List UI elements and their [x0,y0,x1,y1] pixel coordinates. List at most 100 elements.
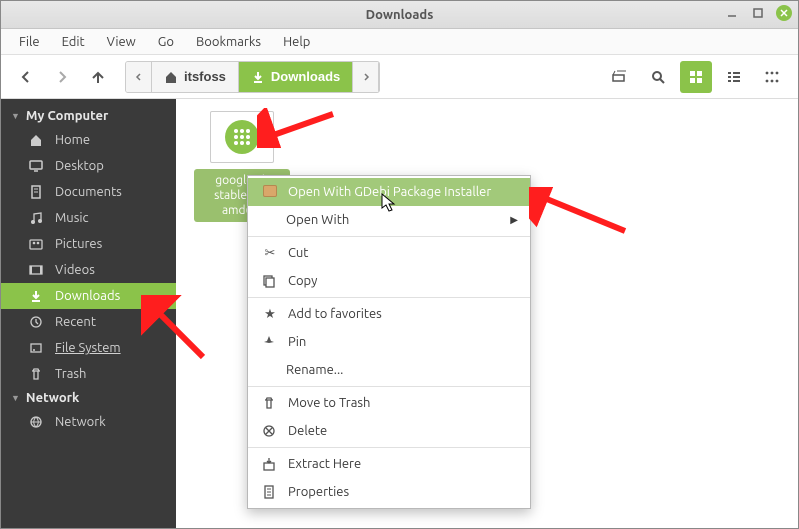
package-icon [262,185,278,200]
cut-icon: ✂ [262,246,278,261]
annotation-arrow-icon [141,295,211,365]
pathbar: itsfoss Downloads [125,61,380,93]
close-button[interactable] [776,5,792,21]
context-item-label: Pin [288,335,306,349]
chevron-down-icon: ▼ [11,393,20,403]
context-item-label: Cut [288,246,308,260]
sidebar-item-label: Home [55,133,90,147]
sidebar-item-label: Documents [55,185,122,199]
filesystem-icon [29,341,45,355]
sidebar-item-network[interactable]: Network [1,409,176,435]
context-extract-here[interactable]: Extract Here [248,450,530,478]
maximize-button[interactable] [750,5,766,21]
toggle-location-button[interactable] [604,61,636,93]
home-icon [164,70,178,84]
menu-file[interactable]: File [9,32,50,52]
network-icon [29,415,45,429]
context-item-label: Move to Trash [288,396,370,410]
sidebar-item-label: Recent [55,315,96,329]
view-compact-button[interactable] [756,61,788,93]
menu-edit[interactable]: Edit [52,32,95,52]
context-menu: Open With GDebi Package Installer Open W… [247,175,531,509]
context-pin[interactable]: Pin [248,328,530,356]
window-title: Downloads [366,8,434,22]
context-delete[interactable]: Delete [248,417,530,445]
back-button[interactable] [11,62,41,92]
annotation-arrow-icon [257,108,337,148]
path-home-label: itsfoss [184,69,226,84]
path-next-button[interactable] [353,62,379,92]
home-icon [29,133,45,147]
context-item-label: Rename... [286,363,343,377]
context-separator [248,297,530,298]
sidebar-item-music[interactable]: Music [1,205,176,231]
context-properties[interactable]: Properties [248,478,530,506]
titlebar: Downloads [1,1,798,29]
context-item-label: Delete [288,424,327,438]
toolbar: itsfoss Downloads [1,55,798,99]
context-item-label: Add to favorites [288,307,382,321]
context-item-label: Open With [286,213,349,227]
trash-icon [262,396,278,410]
menu-help[interactable]: Help [273,32,320,52]
context-item-label: Properties [288,485,349,499]
sidebar-item-home[interactable]: Home [1,127,176,153]
star-icon: ★ [262,307,278,322]
context-separator [248,386,530,387]
sidebar-item-label: Videos [55,263,95,277]
sidebar-item-documents[interactable]: Documents [1,179,176,205]
sidebar-section-network[interactable]: ▼ Network [1,387,176,409]
documents-icon [29,185,45,199]
annotation-arrow-icon [529,187,629,237]
chevron-down-icon: ▼ [11,111,20,121]
pin-icon [262,335,278,349]
pictures-icon [29,237,45,251]
forward-button[interactable] [47,62,77,92]
path-prev-button[interactable] [126,62,152,92]
window-controls [724,5,792,21]
context-move-trash[interactable]: Move to Trash [248,389,530,417]
mouse-cursor-icon [381,193,397,213]
context-separator [248,447,530,448]
path-current-label: Downloads [271,69,340,84]
download-icon [251,70,265,84]
delete-icon [262,424,278,438]
context-item-label: Extract Here [288,457,361,471]
sidebar-item-desktop[interactable]: Desktop [1,153,176,179]
sidebar-item-label: Downloads [55,289,120,303]
context-copy[interactable]: Copy [248,267,530,295]
sidebar-item-label: Trash [55,367,86,381]
menu-go[interactable]: Go [148,32,184,52]
menu-bookmarks[interactable]: Bookmarks [186,32,271,52]
context-add-favorites[interactable]: ★ Add to favorites [248,300,530,328]
properties-icon [262,485,278,499]
sidebar-section-computer[interactable]: ▼ My Computer [1,105,176,127]
sidebar-item-pictures[interactable]: Pictures [1,231,176,257]
recent-icon [29,315,45,329]
trash-icon [29,367,45,381]
sidebar-item-label: Pictures [55,237,102,251]
sidebar-section-label: My Computer [26,109,108,123]
desktop-icon [29,159,45,173]
download-icon [29,289,45,303]
sidebar-item-label: Music [55,211,89,225]
view-icons-button[interactable] [680,61,712,93]
context-cut[interactable]: ✂ Cut [248,239,530,267]
sidebar-item-label: Desktop [55,159,104,173]
sidebar-item-label: Network [55,415,106,429]
up-button[interactable] [83,62,113,92]
menubar: File Edit View Go Bookmarks Help [1,29,798,55]
search-button[interactable] [642,61,674,93]
context-separator [248,236,530,237]
sidebar-section-label: Network [26,391,79,405]
menu-view[interactable]: View [97,32,146,52]
sidebar-item-videos[interactable]: Videos [1,257,176,283]
videos-icon [29,263,45,277]
extract-icon [262,457,278,471]
path-segment-home[interactable]: itsfoss [152,62,239,92]
view-list-button[interactable] [718,61,750,93]
path-segment-current[interactable]: Downloads [239,62,353,92]
sidebar-item-label: File System [55,341,121,355]
context-rename[interactable]: Rename... [248,356,530,384]
minimize-button[interactable] [724,5,740,21]
